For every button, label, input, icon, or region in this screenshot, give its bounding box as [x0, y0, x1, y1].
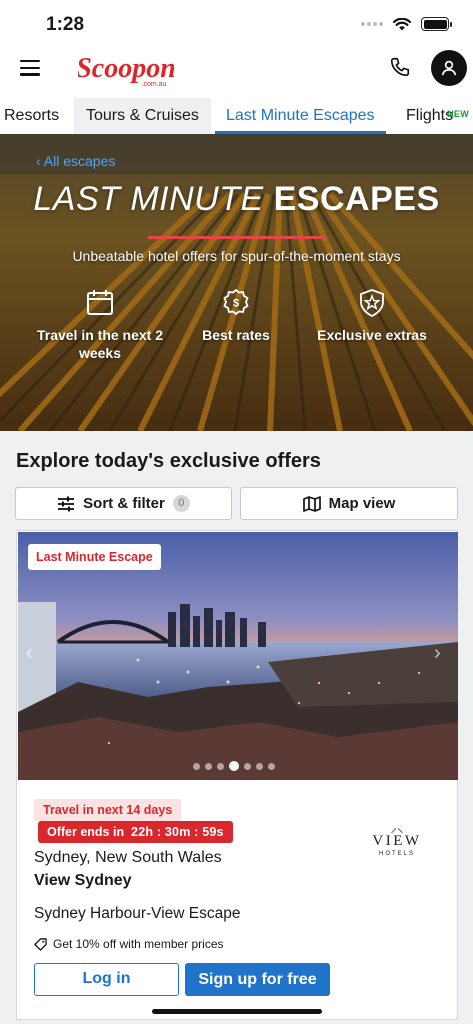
member-price-text: Get 10% off with member prices [53, 937, 224, 951]
offer-card[interactable]: Last Minute Escape ‹ › Travel in next 14… [16, 530, 458, 1020]
new-badge: NEW [447, 109, 469, 119]
svg-text:.com.au: .com.au [142, 81, 167, 88]
status-icons [361, 17, 452, 31]
category-tabs: Resorts Tours & Cruises Last Minute Esca… [0, 98, 473, 134]
offer-countdown-tag: Offer ends in 22h : 30m : 59s [38, 821, 233, 843]
calendar-icon [87, 290, 113, 315]
hero-banner: ‹ All escapes LAST MINUTE ESCAPES Unbeat… [0, 134, 473, 431]
app-header: Scoopon .com.au [0, 46, 473, 98]
hero-title-bold: ESCAPES [273, 180, 440, 218]
hamburger-menu-icon[interactable] [20, 60, 40, 76]
feature-rates-label: Best rates [202, 327, 270, 343]
tab-last-minute-escapes[interactable]: Last Minute Escapes [215, 98, 386, 134]
status-time: 1:28 [46, 14, 85, 35]
hero-title: LAST MINUTE ESCAPES [0, 180, 473, 219]
map-view-button[interactable]: Map view [240, 487, 458, 520]
feature-exclusive-extras: Exclusive extras [297, 288, 447, 344]
svg-text:Scoopon: Scoopon [78, 53, 174, 84]
sliders-icon [58, 496, 75, 511]
hotel-name[interactable]: View Sydney [34, 872, 132, 890]
account-button[interactable] [431, 50, 467, 86]
sort-filter-label: Sort & filter [83, 495, 165, 512]
signup-button[interactable]: Sign up for free [185, 963, 330, 996]
battery-icon [421, 17, 452, 31]
map-view-label: Map view [328, 495, 396, 512]
sort-filter-button[interactable]: Sort & filter 0 [15, 487, 232, 520]
carousel-dot[interactable] [268, 762, 275, 770]
carousel-dot[interactable] [256, 762, 263, 770]
cellular-signal-icon [361, 22, 383, 26]
award-ribbon-icon: $ [223, 288, 249, 316]
countdown-timer: 22h : 30m : 59s [131, 825, 224, 839]
offer-image-carousel[interactable]: Last Minute Escape ‹ › [18, 532, 458, 780]
filter-count-badge: 0 [172, 495, 190, 512]
vineyard-background-image [0, 134, 473, 431]
deal-title: Sydney Harbour-View Escape [34, 905, 241, 922]
user-icon [441, 60, 457, 76]
star-shield-icon [360, 289, 384, 318]
hero-subtitle: Unbeatable hotel offers for spur-of-the-… [72, 248, 401, 264]
carousel-dots [193, 761, 275, 771]
hero-divider [148, 236, 326, 239]
carousel-dot[interactable] [217, 762, 224, 770]
wifi-icon [393, 17, 411, 30]
tab-tours-cruises[interactable]: Tours & Cruises [74, 98, 211, 134]
tab-flights[interactable]: Flights NEW [393, 98, 473, 134]
section-title: Explore today's exclusive offers [16, 450, 321, 472]
feature-travel-label: Travel in the next 2 weeks [36, 327, 164, 361]
svg-text:$: $ [233, 298, 239, 310]
tab-flights-label: Flights [406, 107, 454, 124]
travel-window-tag: Travel in next 14 days [34, 799, 182, 821]
carousel-prev-arrow-icon[interactable]: ‹ [26, 642, 46, 666]
hero-title-italic: LAST MINUTE [33, 180, 264, 218]
status-bar: 1:28 [0, 0, 473, 46]
all-escapes-label: All escapes [43, 153, 116, 169]
tag-icon [34, 937, 47, 951]
offer-location: Sydney, New South Wales [34, 849, 222, 866]
view-hotels-logo: ⸝⸜ VIEW HOTELS [372, 820, 422, 857]
all-escapes-link[interactable]: ‹ All escapes [36, 153, 115, 169]
offer-ends-label: Offer ends in [47, 825, 125, 839]
feature-travel-window: Travel in the next 2 weeks [25, 288, 175, 362]
scoopon-logo[interactable]: Scoopon .com.au [78, 49, 174, 89]
carousel-next-arrow-icon[interactable]: › [434, 642, 454, 666]
carousel-dot[interactable] [193, 762, 200, 770]
carousel-dot-active[interactable] [229, 761, 239, 771]
feature-extras-label: Exclusive extras [317, 327, 427, 343]
carousel-dot[interactable] [244, 762, 251, 770]
last-minute-escape-tag: Last Minute Escape [28, 544, 161, 570]
tab-resorts[interactable]: Resorts [4, 98, 59, 134]
feature-best-rates: $ Best rates [161, 288, 311, 344]
member-price-note: Get 10% off with member prices [34, 937, 224, 951]
phone-icon[interactable] [389, 56, 411, 78]
home-indicator [152, 1009, 322, 1014]
map-icon [302, 495, 321, 512]
carousel-dot[interactable] [205, 762, 212, 770]
login-button[interactable]: Log in [34, 963, 179, 996]
